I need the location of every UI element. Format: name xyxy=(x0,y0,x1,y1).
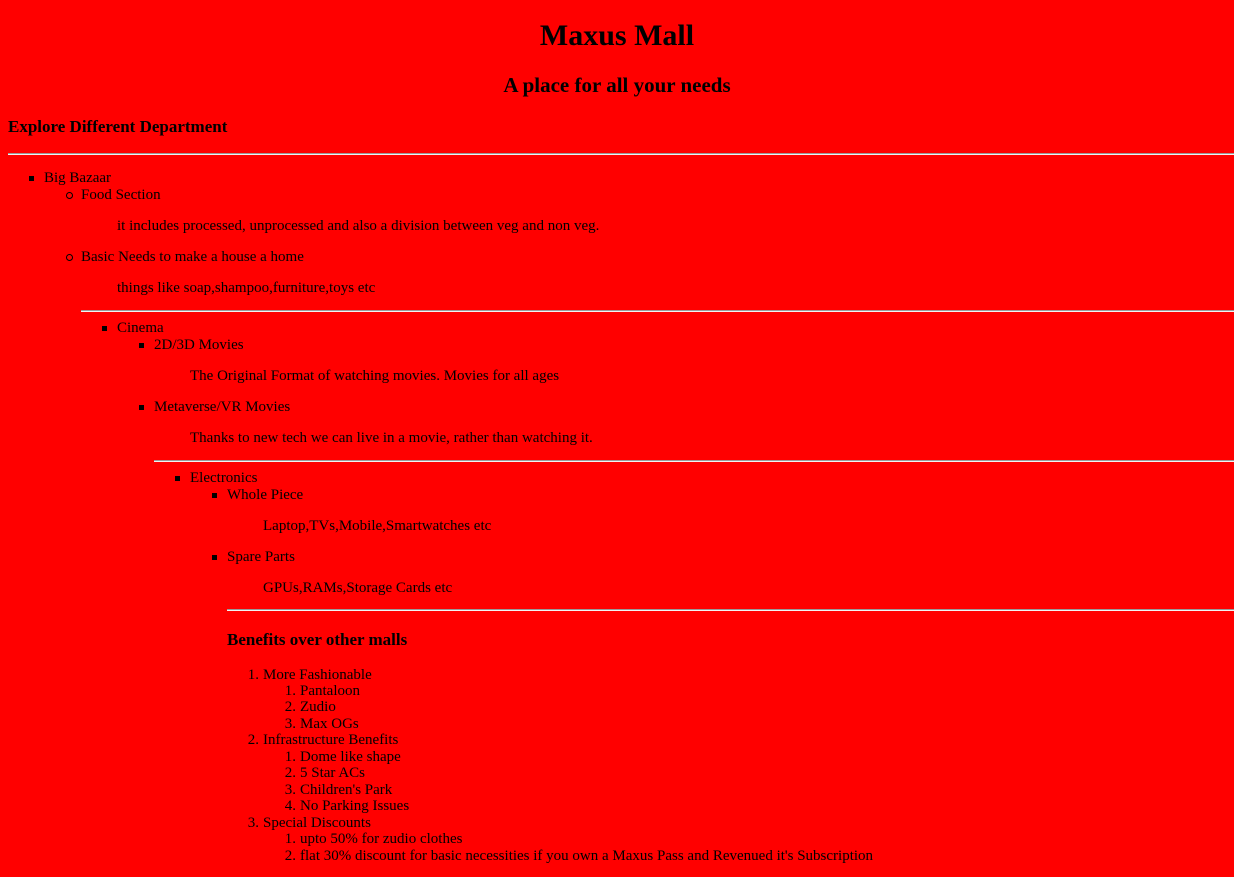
list-item-spare-parts: Spare Parts xyxy=(212,549,295,565)
page-title: Maxus Mall xyxy=(539,19,695,52)
page: Maxus Mall A place for all your needs Ex… xyxy=(0,0,1234,877)
list-item-electronics: Electronics xyxy=(174,470,258,486)
benefit-subitem: 4. No Parking Issues xyxy=(285,798,410,815)
2d-3d-movies-description: The Original Format of watching movies. … xyxy=(190,368,560,384)
list-number: 4. xyxy=(284,798,296,814)
benefit-sublabel: Zudio xyxy=(300,699,336,715)
benefit-label: More Fashionable xyxy=(263,667,372,683)
benefit-subitem: 3. Max OGs xyxy=(285,716,359,733)
list-number: 2. xyxy=(284,765,296,781)
list-number: 3. xyxy=(284,716,296,732)
list-item-2d-3d-movies: 2D/3D Movies xyxy=(139,337,244,353)
list-item-metaverse-vr-movies: Metaverse/VR Movies xyxy=(138,399,291,415)
food-section-description: it includes processed, unprocessed and a… xyxy=(117,218,600,234)
benefit-subitem: 2. flat 30% discount for basic necessitie… xyxy=(285,848,874,865)
list-item-whole-piece: Whole Piece xyxy=(211,487,304,503)
benefit-sublabel: Max OGs xyxy=(300,716,359,732)
benefit-subitem: 1. upto 50% for zudio clothes xyxy=(285,831,463,848)
list-number: 1. xyxy=(247,667,259,683)
benefit-item-fashion: 1. More Fashionable xyxy=(248,667,372,684)
divider xyxy=(81,310,1234,312)
spare-parts-description: GPUs,RAMs,Storage Cards etc xyxy=(263,580,453,596)
page-subtitle: A place for all your needs xyxy=(503,73,731,97)
benefit-item-discounts: 3. Special Discounts xyxy=(248,815,371,832)
list-item-food-section: Food Section xyxy=(66,187,161,203)
list-number: 2. xyxy=(284,699,296,715)
list-item-cinema: Cinema xyxy=(102,320,164,336)
benefits-heading: Benefits over other malls xyxy=(227,630,408,649)
benefit-label: Special Discounts xyxy=(263,815,371,831)
benefit-sublabel: Pantaloon xyxy=(300,683,360,699)
list-number: 1. xyxy=(284,831,296,847)
explore-heading: Explore Different Department xyxy=(8,117,228,136)
metaverse-vr-movies-description: Thanks to new tech we can live in a movi… xyxy=(190,430,593,446)
divider xyxy=(154,460,1234,462)
benefit-sublabel: 5 Star ACs xyxy=(300,765,366,781)
list-number: 1. xyxy=(284,749,296,765)
divider xyxy=(227,609,1234,611)
benefit-sublabel: No Parking Issues xyxy=(300,798,410,814)
list-number: 3. xyxy=(284,782,296,798)
benefit-sublabel: upto 50% for zudio clothes xyxy=(300,831,463,847)
benefit-subitem: 1. Pantaloon xyxy=(285,683,360,700)
benefit-sublabel: flat 30% discount for basic necessities … xyxy=(300,848,874,864)
benefit-subitem: 3. Children's Park xyxy=(285,782,393,799)
basic-needs-description: things like soap,shampoo,furniture,toys … xyxy=(117,280,376,296)
benefit-label: Infrastructure Benefits xyxy=(263,732,399,748)
benefit-subitem: 2. 5 Star ACs xyxy=(285,765,366,782)
list-number: 3. xyxy=(247,815,259,831)
list-item-basic-needs: Basic Needs to make a house a home xyxy=(66,249,304,265)
benefit-sublabel: Dome like shape xyxy=(300,749,401,765)
benefit-subitem: 1. Dome like shape xyxy=(285,749,401,766)
benefit-subitem: 2. Zudio xyxy=(285,699,336,716)
list-number: 1. xyxy=(284,683,296,699)
benefit-sublabel: Children's Park xyxy=(300,782,393,798)
whole-piece-description: Laptop,TVs,Mobile,Smartwatches etc xyxy=(263,518,492,534)
list-number: 2. xyxy=(247,732,259,748)
divider xyxy=(8,153,1234,155)
benefit-item-infrastructure: 2. Infrastructure Benefits xyxy=(248,732,399,749)
list-number: 2. xyxy=(284,848,296,864)
list-item-big-bazaar: Big Bazaar xyxy=(28,170,112,186)
